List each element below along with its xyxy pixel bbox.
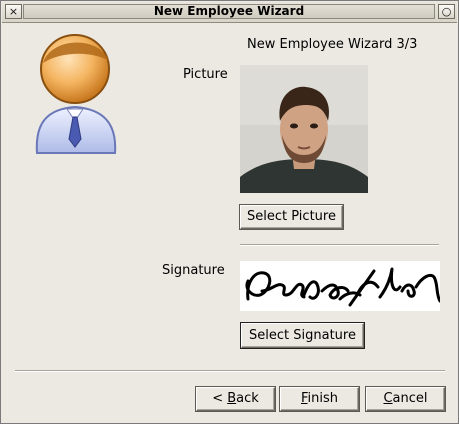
- title-bar[interactable]: × New Employee Wizard ○: [2, 2, 457, 23]
- back-label: ack: [236, 391, 259, 406]
- finish-label: inish: [307, 391, 339, 406]
- separator: [240, 244, 439, 246]
- user-icon: [35, 34, 117, 154]
- select-signature-button[interactable]: Select Signature: [241, 323, 364, 348]
- cancel-button[interactable]: Cancel: [366, 387, 445, 411]
- picture-label: Picture: [183, 67, 228, 82]
- back-mnemonic: B: [227, 391, 237, 406]
- employee-photo: [240, 65, 368, 193]
- wizard-window: × New Employee Wizard ○ New Employee Wiz…: [0, 0, 459, 424]
- cancel-mnemonic: C: [383, 391, 393, 406]
- separator: [15, 370, 445, 372]
- cancel-label: ancel: [392, 391, 428, 406]
- window-title: New Employee Wizard: [23, 4, 435, 19]
- signature-image: [240, 261, 440, 311]
- back-prefix: <: [212, 391, 228, 406]
- close-icon[interactable]: ×: [5, 4, 22, 19]
- signature-label: Signature: [162, 263, 225, 278]
- back-button[interactable]: < Back: [196, 387, 275, 411]
- maximize-icon[interactable]: ○: [438, 4, 455, 19]
- wizard-step-title: New Employee Wizard 3/3: [247, 37, 418, 52]
- finish-button[interactable]: Finish: [280, 387, 359, 411]
- select-picture-button[interactable]: Select Picture: [240, 205, 343, 229]
